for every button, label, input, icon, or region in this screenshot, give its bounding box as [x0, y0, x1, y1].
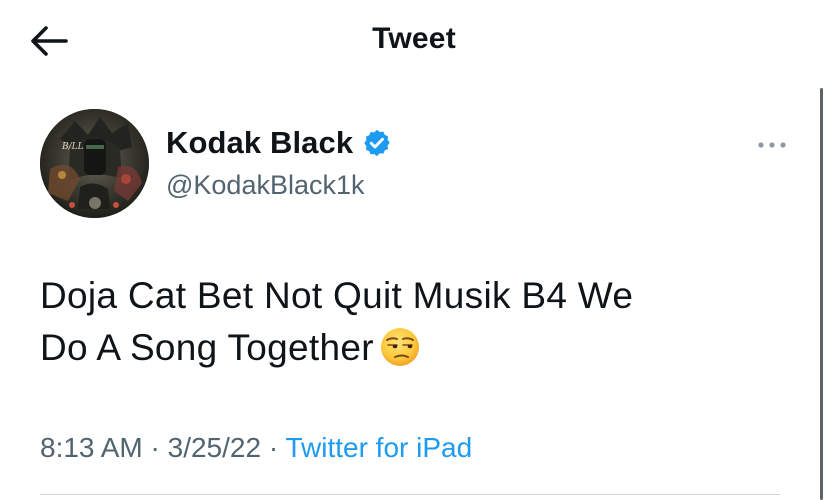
divider: [40, 494, 780, 495]
tweet-text-line-1: Doja Cat Bet Not Quit Musik B4 We: [40, 275, 634, 316]
author-handle[interactable]: @KodakBlack1k: [166, 170, 365, 201]
author-name-row[interactable]: Kodak Black: [166, 125, 392, 161]
tweet-source-link[interactable]: Twitter for iPad: [285, 432, 472, 463]
avatar[interactable]: B/LL: [40, 109, 149, 218]
page-title: Tweet: [372, 22, 456, 55]
meta-separator: ·: [268, 432, 279, 463]
more-options-button[interactable]: [752, 134, 792, 156]
tweet-text: Doja Cat Bet Not Quit Musik B4 We Do A S…: [40, 270, 780, 374]
tweet-text-line-2: Do A Song Together: [40, 322, 780, 374]
svg-text:B/LL: B/LL: [61, 142, 84, 152]
scrollbar[interactable]: [820, 88, 823, 500]
tweet-meta: 8:13 AM · 3/25/22 · Twitter for iPad: [40, 432, 472, 464]
tweet-time[interactable]: 8:13 AM: [40, 432, 143, 463]
tweet-date[interactable]: 3/25/22: [168, 432, 261, 463]
author-display-name: Kodak Black: [166, 125, 354, 160]
tweet-detail-page: Tweet B/LL Kodak Black @KodakBlack1k Doj…: [0, 0, 828, 500]
top-bar: Tweet: [0, 0, 828, 84]
profile-photo: B/LL: [40, 109, 149, 218]
more-horizontal-icon: [758, 142, 786, 148]
verified-badge-icon: [362, 128, 392, 158]
meta-separator: ·: [150, 432, 160, 463]
tweet-text-line-2-words: Do A Song Together: [40, 327, 374, 368]
unamused-face-emoji-icon: [378, 325, 422, 369]
